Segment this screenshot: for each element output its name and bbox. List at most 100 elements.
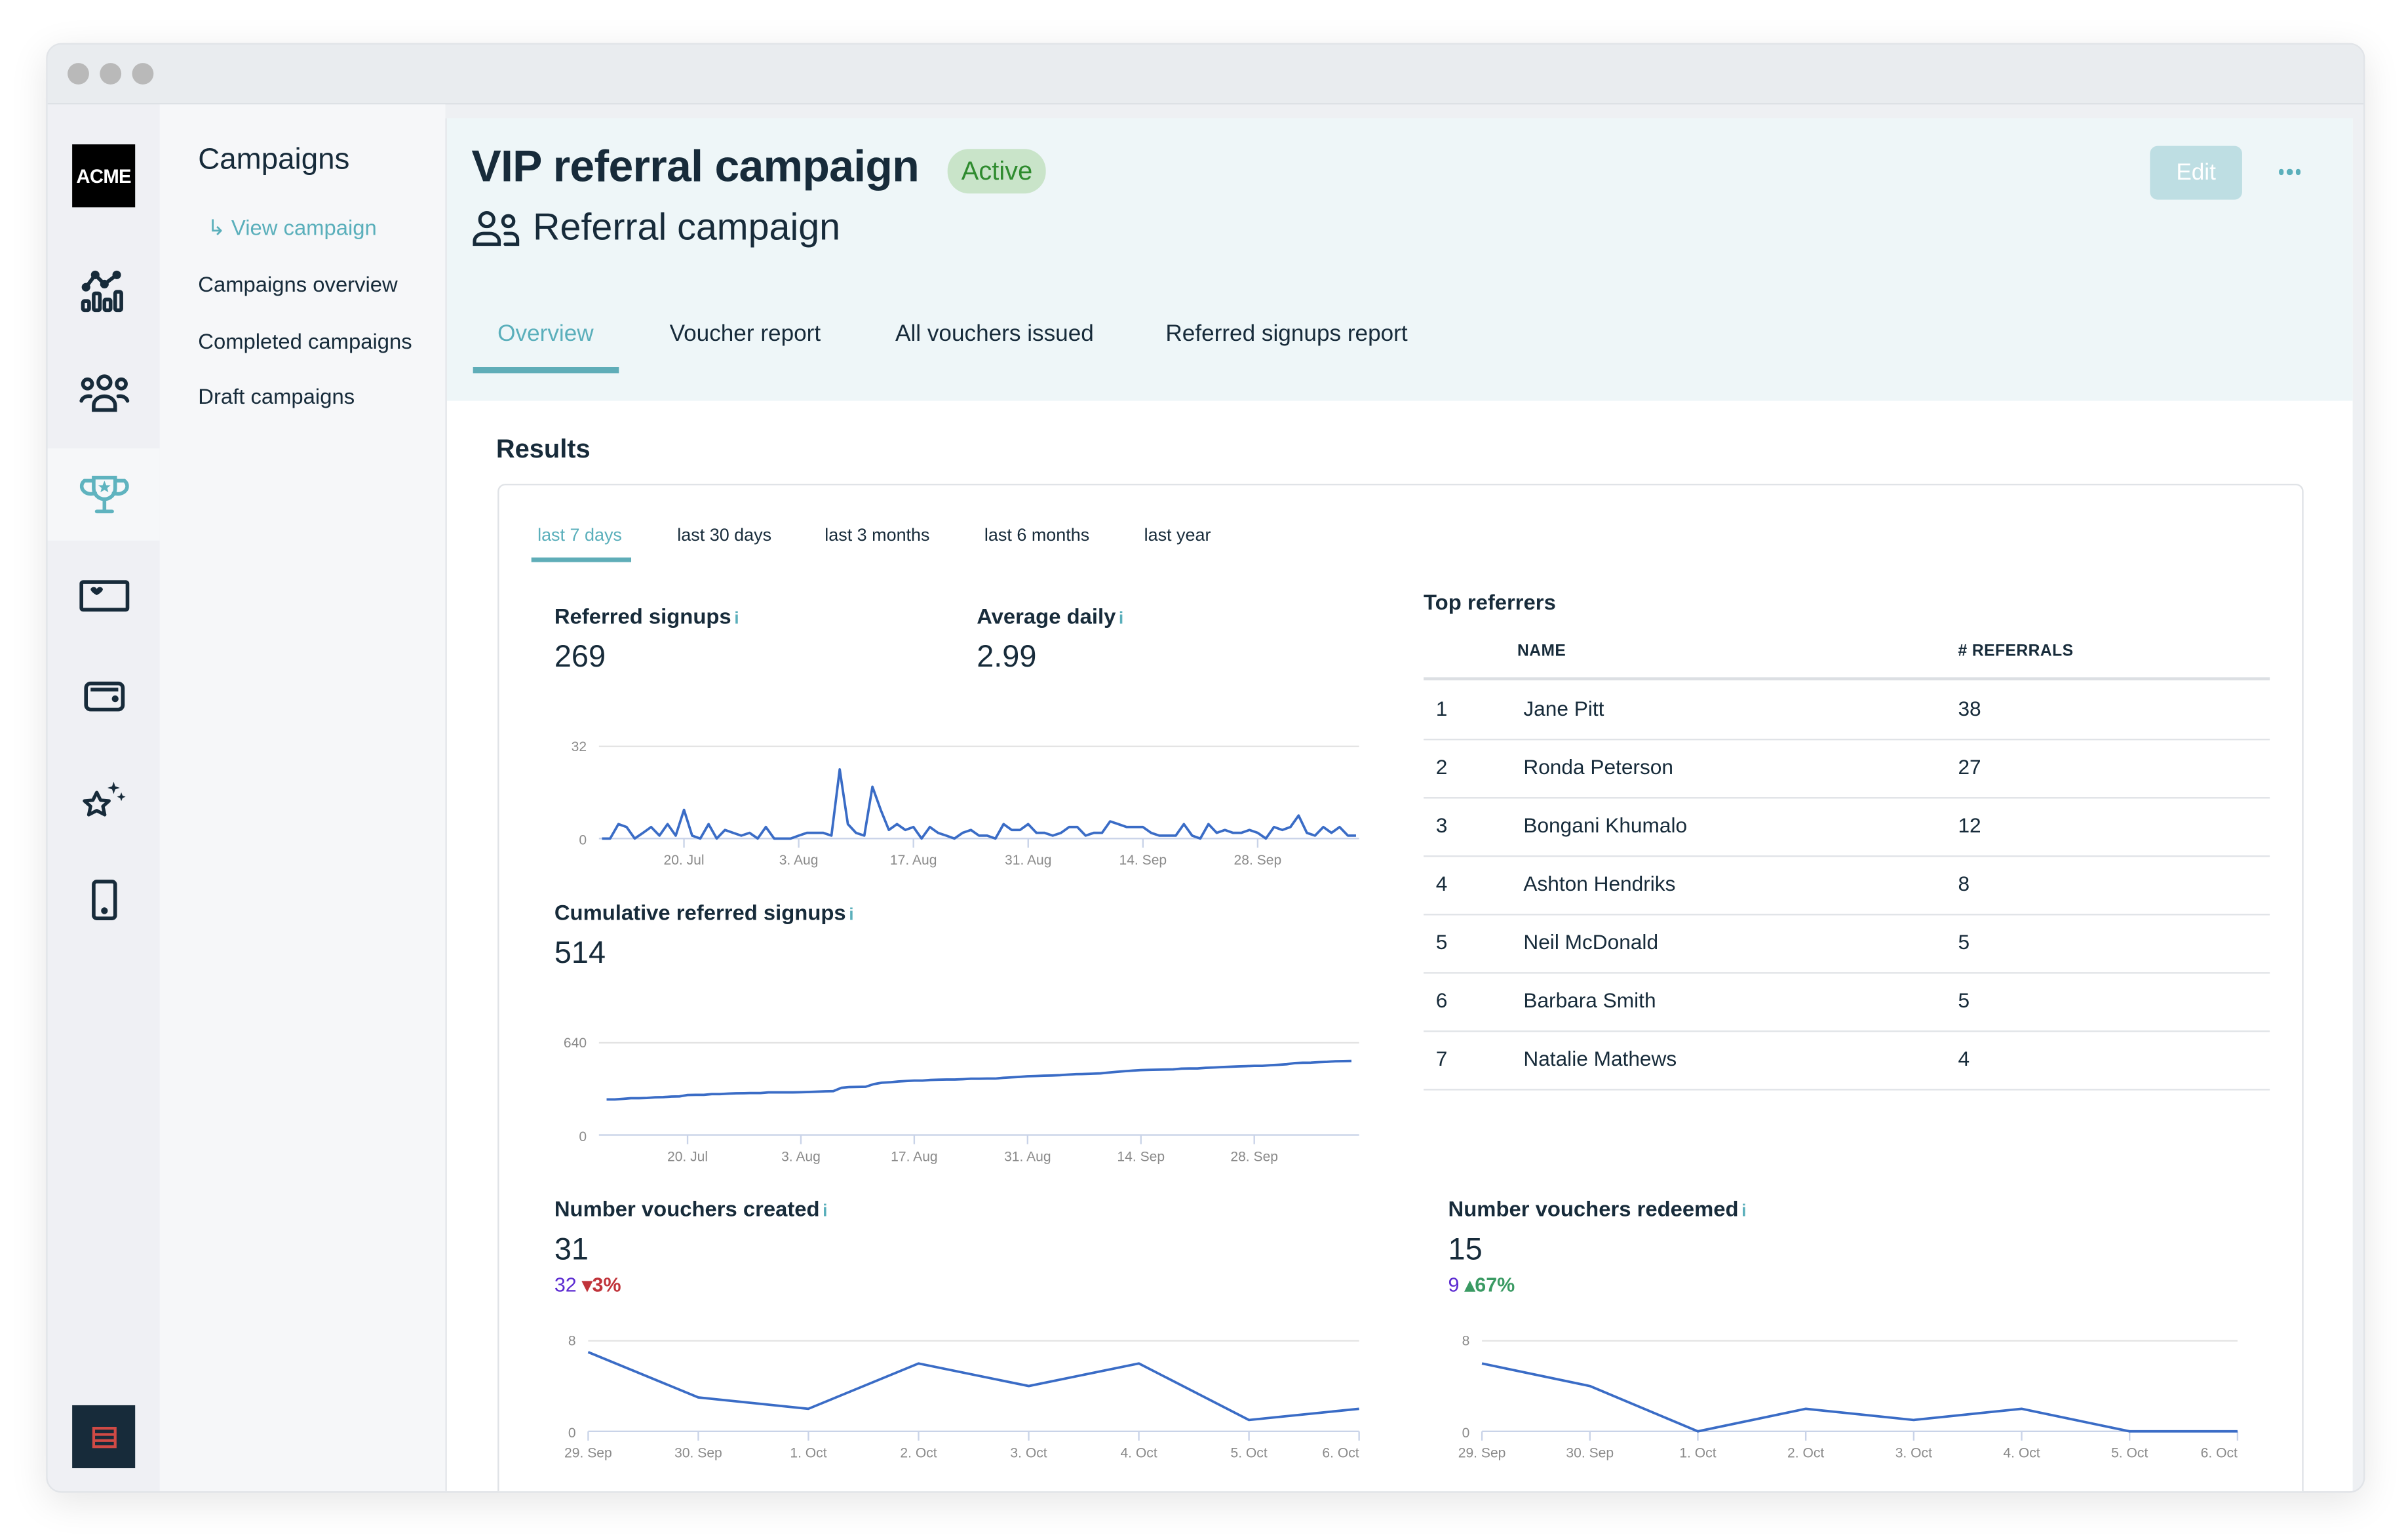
x-tick-label: 17. Aug [891,1149,937,1164]
x-tick-label: 20. Jul [663,853,704,868]
subnav-title: Campaigns [198,143,349,178]
gift-card-icon [77,579,130,613]
vouchers-redeemed-label: Number vouchers redeemedi [1448,1196,1747,1220]
table-row[interactable]: 5Neil McDonald5 [1424,914,2270,973]
tab-overview[interactable]: Overview [497,321,593,347]
rail-item-gift-cards[interactable] [48,550,160,642]
rail-item-customers[interactable] [48,347,160,440]
rail-item-loyalty[interactable] [48,752,160,845]
subnav-view-campaign[interactable]: ↳ View campaign [207,215,376,241]
icon-rail: ACME [48,104,160,1491]
x-tick-label: 5. Oct [1230,1446,1267,1461]
period-tab-3-months[interactable]: last 3 months [825,527,929,545]
period-tab-last-year[interactable]: last year [1144,527,1211,545]
series-line [1482,1363,2238,1432]
rail-item-analytics[interactable] [48,246,160,338]
info-icon[interactable]: i [1741,1203,1746,1221]
top-referrers-title: Top referrers [1424,590,1556,614]
referrals-cell: 8 [1958,872,1970,895]
name-cell: Ronda Peterson [1523,756,1673,779]
x-tick-label: 6. Oct [2201,1446,2238,1461]
campaigns-subnav: Campaigns ↳ View campaign Campaigns over… [160,104,446,1491]
referrals-cell: 4 [1958,1047,1970,1070]
column-header-referrals[interactable]: # REFERRALS [1958,642,2073,660]
x-tick-label: 28. Sep [1234,853,1282,868]
results-heading: Results [496,435,591,465]
rail-item-campaigns[interactable] [48,448,160,541]
y-tick-label: 32 [572,739,587,754]
vouchers-created-label: Number vouchers createdi [554,1196,828,1220]
info-icon[interactable]: i [734,610,739,628]
active-tab-indicator [473,367,619,373]
rank-cell: 3 [1436,814,1448,837]
trophy-icon [79,473,128,516]
x-tick-label: 20. Jul [667,1149,708,1164]
vouchers-created-label-text: Number vouchers created [554,1196,820,1220]
rail-item-wallet[interactable] [48,650,160,742]
table-row[interactable]: 4Ashton Hendriks8 [1424,855,2270,915]
tab-referred-signups-report[interactable]: Referred signups report [1165,321,1407,347]
main-panel: VIP referral campaign Active Referral ca… [445,118,2352,1491]
decrease-arrow-icon: ▾ [582,1273,592,1296]
status-badge: Active [948,149,1047,193]
table-row[interactable]: 1Jane Pitt38 [1424,680,2270,740]
acme-logo[interactable]: ACME [72,144,135,207]
x-tick-label: 5. Oct [2111,1446,2148,1461]
page-title: VIP referral campaign [471,143,919,193]
period-tab-30-days[interactable]: last 30 days [677,527,771,545]
x-tick-label: 3. Aug [779,853,819,868]
vouchers-created-value: 31 [554,1234,589,1269]
stars-icon [79,777,128,821]
info-icon[interactable]: i [823,1203,827,1221]
active-period-indicator [532,558,631,562]
table-row[interactable]: 2 Ronda Peterson 27 [1424,739,2270,798]
rank-cell: 7 [1436,1047,1448,1070]
referrals-cell: 27 [1958,756,1981,779]
window-minimize-button[interactable] [100,63,121,85]
window-close-button[interactable] [68,63,89,85]
window-maximize-button[interactable] [132,63,154,85]
change-percent: 67% [1475,1273,1515,1296]
vouchers-redeemed-label-text: Number vouchers redeemed [1448,1196,1739,1220]
y-tick-label: 8 [568,1334,576,1349]
x-tick-label: 29. Sep [564,1446,612,1461]
subnav-draft-campaigns[interactable]: Draft campaigns [198,384,355,408]
average-daily-value: 2.99 [977,640,1036,676]
table-row[interactable]: 3Bongani Khumalo12 [1424,797,2270,857]
referred-signups-label: Referred signupsi [554,604,739,628]
cumulative-label-text: Cumulative referred signups [554,900,846,924]
tab-all-vouchers-issued[interactable]: All vouchers issued [895,321,1094,347]
rail-item-mobile[interactable] [48,854,160,946]
referred-signups-value: 269 [554,640,606,676]
x-tick-label: 31. Aug [1005,853,1052,868]
info-icon[interactable]: i [849,906,853,924]
subnav-completed-campaigns[interactable]: Completed campaigns [198,328,412,353]
referrals-cell: 5 [1958,989,1970,1012]
rank-cell: 2 [1436,756,1448,779]
series-line [602,770,1355,838]
info-icon[interactable]: i [1119,610,1123,628]
column-header-name[interactable]: NAME [1517,642,1566,660]
table-row[interactable]: 7Natalie Mathews4 [1424,1030,2270,1090]
y-tick-label: 640 [564,1036,587,1051]
tab-voucher-report[interactable]: Voucher report [670,321,821,347]
mobile-icon [88,878,119,922]
rail-bottom-button[interactable] [72,1405,135,1468]
subnav-campaigns-overview[interactable]: Campaigns overview [198,272,397,296]
more-options-button[interactable] [2266,149,2312,195]
edit-button[interactable]: Edit [2150,146,2242,200]
change-percent: 3% [592,1273,621,1296]
y-tick-label: 0 [568,1426,576,1441]
period-tab-7-days[interactable]: last 7 days [537,527,622,545]
table-row[interactable]: 6Barbara Smith5 [1424,972,2270,1032]
more-dot [2279,169,2284,174]
x-tick-label: 1. Oct [790,1446,826,1461]
name-cell: Ashton Hendriks [1523,872,1675,895]
cumulative-value: 514 [554,937,606,972]
vouchers-redeemed-chart: 0829. Sep30. Sep1. Oct2. Oct3. Oct4. Oct… [1424,1322,2261,1475]
y-tick-label: 0 [1462,1426,1470,1441]
period-tab-6-months[interactable]: last 6 months [984,527,1089,545]
x-tick-label: 31. Aug [1004,1149,1051,1164]
x-tick-label: 4. Oct [1120,1446,1157,1461]
referrals-cell: 5 [1958,931,1970,954]
